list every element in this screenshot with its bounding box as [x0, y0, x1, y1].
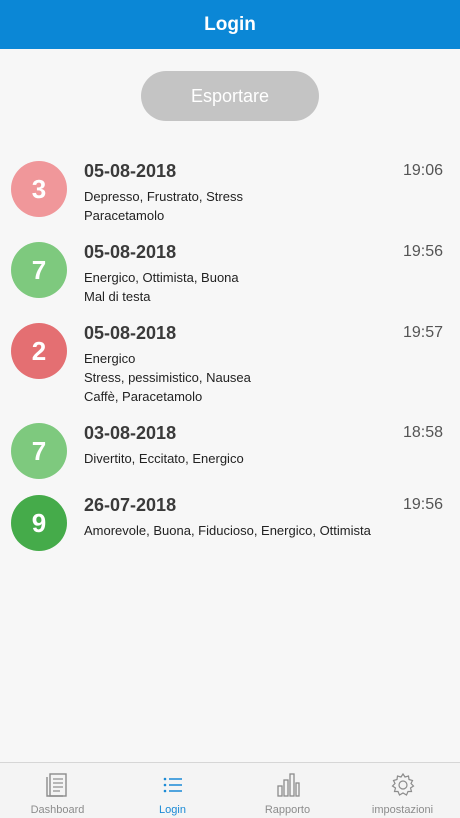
entry-time: 18:58 — [402, 424, 443, 441]
entry-line: Energico, Ottimista, Buona — [84, 270, 239, 285]
page-title: Login — [204, 13, 256, 35]
entry-time: 19:56 — [402, 496, 443, 513]
score-circle: 7 — [11, 423, 67, 479]
list-icon — [163, 777, 182, 793]
entry-date: 03-08-2018 — [84, 423, 177, 443]
nav-label: Rapporto — [264, 804, 311, 816]
entry-line: Mal di testa — [84, 289, 151, 304]
entry-line: Caffè, Paracetamolo — [84, 389, 203, 404]
list-item[interactable]: 7 05-08-2018 19:56 Energico, Ottimista, … — [0, 242, 460, 304]
entry-details: Divertito, Eccitato, Energico — [84, 449, 244, 468]
list-item[interactable]: 9 26-07-2018 19:56 Amorevole, Buona, Fid… — [0, 495, 460, 553]
entry-time: 19:57 — [402, 324, 443, 341]
entry-line: Energico — [84, 351, 136, 366]
entry-line: Amorevole, Buona, Fiducioso, Energico, O… — [84, 523, 371, 538]
list-item[interactable]: 2 05-08-2018 19:57 Energico Stress, pess… — [0, 323, 460, 406]
entry-details: Depresso, Frustrato, Stress Paracetamolo — [84, 187, 243, 225]
nav-label: impostazioni — [371, 804, 434, 816]
score-value: 3 — [31, 173, 47, 204]
nav-label: Dashboard — [30, 804, 85, 816]
entry-time: 19:56 — [402, 243, 443, 260]
gear-icon — [391, 772, 414, 796]
document-icon — [45, 773, 67, 797]
nav-item-rapporto[interactable]: Rapporto — [230, 763, 345, 818]
list-item[interactable]: 3 05-08-2018 19:06 Depresso, Frustrato, … — [0, 161, 460, 223]
score-value: 7 — [31, 435, 47, 466]
entry-date: 05-08-2018 — [84, 242, 177, 262]
score-circle: 9 — [11, 495, 67, 551]
nav-item-dashboard[interactable]: Dashboard — [0, 763, 115, 818]
list-item[interactable]: 7 03-08-2018 18:58 Divertito, Eccitato, … — [0, 423, 460, 481]
entry-date: 05-08-2018 — [84, 161, 177, 181]
bar-chart-icon — [276, 773, 300, 797]
score-circle: 2 — [11, 323, 67, 379]
nav-item-impostazioni[interactable]: impostazioni — [345, 763, 460, 818]
nav-item-login[interactable]: Login — [115, 763, 230, 818]
entry-details: Energico Stress, pessimistico, Nausea Ca… — [84, 349, 251, 406]
entry-details: Energico, Ottimista, Buona Mal di testa — [84, 268, 239, 306]
score-value: 9 — [31, 507, 47, 538]
entry-date: 05-08-2018 — [84, 323, 177, 343]
score-value: 7 — [31, 254, 47, 285]
score-circle: 7 — [11, 242, 67, 298]
entry-line: Paracetamolo — [84, 208, 165, 223]
entry-date: 26-07-2018 — [84, 495, 177, 515]
entry-line: Divertito, Eccitato, Energico — [84, 451, 244, 466]
bottom-nav: Dashboard Login Rapporto impostazioni — [0, 762, 460, 818]
score-circle: 3 — [11, 161, 67, 217]
nav-label: Login — [159, 804, 186, 816]
score-value: 2 — [31, 335, 47, 366]
entry-time: 19:06 — [402, 162, 443, 179]
entry-line: Stress, pessimistico, Nausea — [84, 370, 251, 385]
entry-details: Amorevole, Buona, Fiducioso, Energico, O… — [84, 521, 371, 540]
export-button[interactable]: Esportare — [141, 71, 319, 121]
entry-line: Depresso, Frustrato, Stress — [84, 189, 243, 204]
app-header: Login — [0, 0, 460, 49]
